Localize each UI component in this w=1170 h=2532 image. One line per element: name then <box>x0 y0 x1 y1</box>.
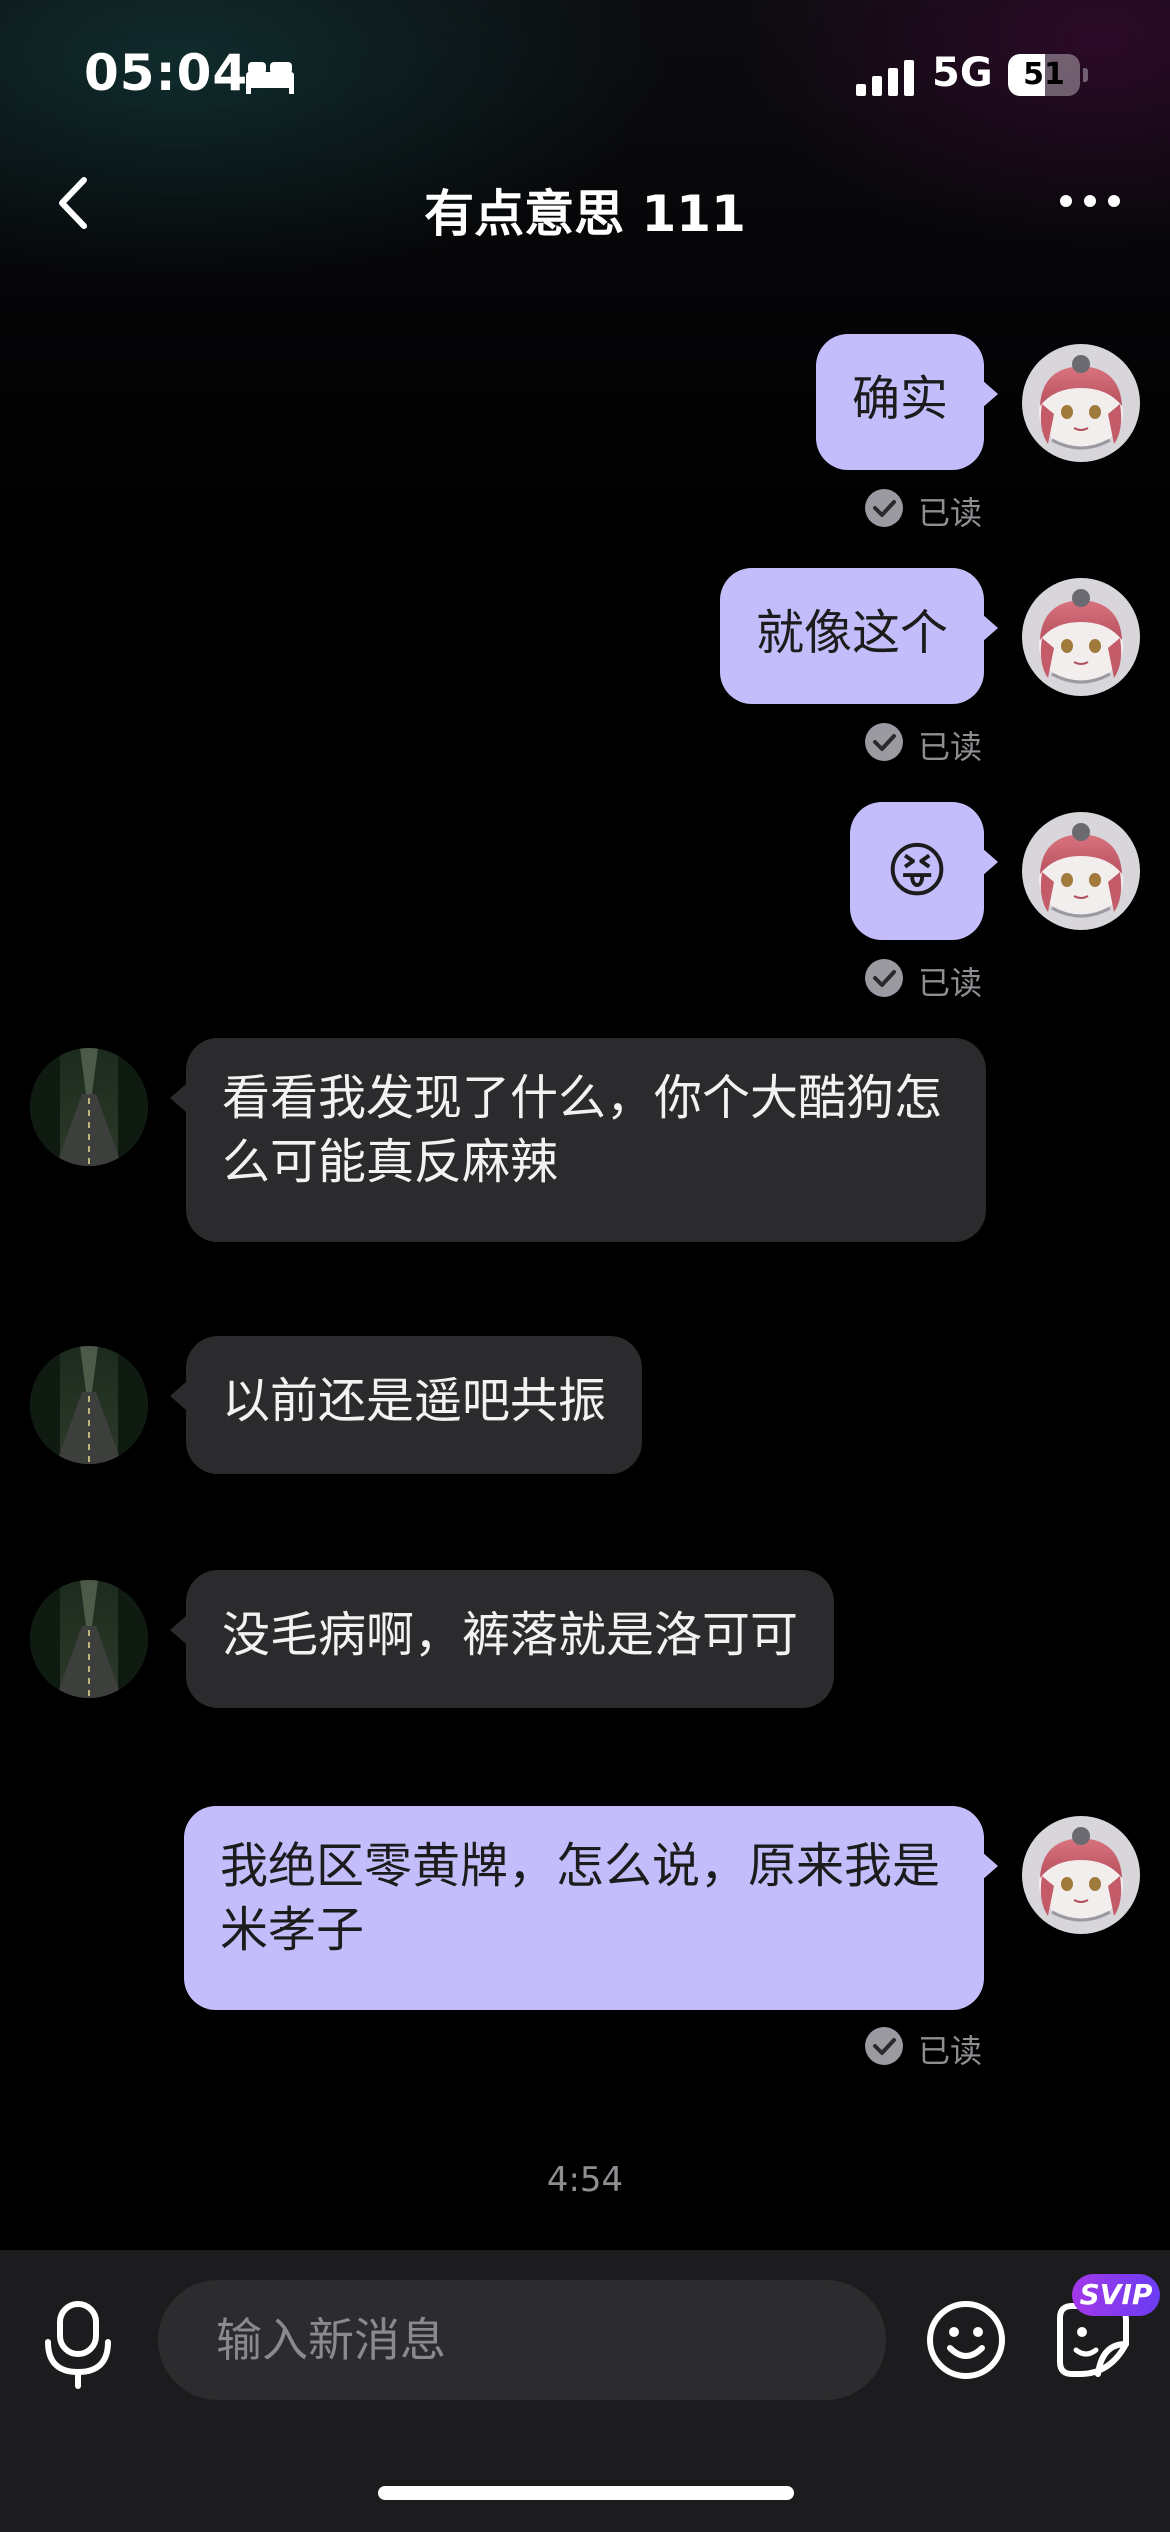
message-bubble[interactable]: 没毛病啊，裤落就是洛可可 <box>186 1570 835 1708</box>
contact-avatar[interactable] <box>30 1346 148 1464</box>
message-bubble[interactable]: 看看我发现了什么，你个大酷狗怎么可能真反麻辣 <box>186 1038 986 1242</box>
read-check-icon <box>864 958 904 998</box>
read-label: 已读 <box>918 494 983 532</box>
message-text: 就像这个 <box>755 605 948 661</box>
read-check-icon <box>864 722 904 762</box>
chat-header: 有点意思 111 <box>0 150 1170 260</box>
battery-percent: 51 <box>1023 57 1065 92</box>
read-check-icon <box>864 2026 904 2066</box>
contact-avatar[interactable] <box>30 1580 148 1698</box>
my-avatar[interactable] <box>1022 812 1140 930</box>
laughing-emoji-icon: 😝 <box>885 836 949 906</box>
read-label: 已读 <box>918 964 983 1002</box>
network-type: 5G <box>932 50 993 96</box>
sleep-mode-icon <box>246 62 294 94</box>
message-text: 确实 <box>851 371 948 427</box>
message-text: 以前还是遥吧共振 <box>222 1373 607 1429</box>
message-bubble[interactable]: 就像这个 <box>719 568 984 704</box>
contact-avatar[interactable] <box>30 1048 148 1166</box>
read-label: 已读 <box>918 728 983 766</box>
message-bubble[interactable]: 确实 <box>815 334 984 470</box>
battery-icon: 51 <box>1008 54 1088 96</box>
status-bar: 05:04 5G 51 <box>0 0 1170 150</box>
home-indicator[interactable] <box>378 2486 794 2500</box>
cellular-signal-icon <box>856 60 914 96</box>
message-bubble[interactable]: 以前还是遥吧共振 <box>186 1336 643 1474</box>
more-options-button[interactable] <box>1050 176 1130 226</box>
svip-badge: SVIP <box>1072 2274 1160 2316</box>
read-receipt: 已读 <box>864 2024 984 2070</box>
message-bubble[interactable]: 我绝区零黄牌，怎么说，原来我是米孝子 <box>184 1806 984 2010</box>
chat-title: 有点意思 111 <box>424 185 746 243</box>
read-receipt: 已读 <box>864 486 984 532</box>
microphone-button[interactable] <box>38 2300 118 2390</box>
read-receipt: 已读 <box>864 956 984 1002</box>
message-text: 我绝区零黄牌，怎么说，原来我是米孝子 <box>220 1838 941 1958</box>
message-text: 没毛病啊，裤落就是洛可可 <box>222 1607 799 1663</box>
emoji-button[interactable] <box>924 2298 1008 2382</box>
message-text: 看看我发现了什么，你个大酷狗怎么可能真反麻辣 <box>222 1070 943 1190</box>
my-avatar[interactable] <box>1022 578 1140 696</box>
emoji-bubble[interactable]: 😝 <box>850 802 984 940</box>
read-label: 已读 <box>918 2032 983 2070</box>
status-time: 05:04 <box>84 44 249 102</box>
read-receipt: 已读 <box>864 720 984 766</box>
read-check-icon <box>864 488 904 528</box>
my-avatar[interactable] <box>1022 344 1140 462</box>
message-timestamp: 4:54 <box>546 2160 624 2200</box>
message-input[interactable]: 输入新消息 <box>158 2280 886 2400</box>
my-avatar[interactable] <box>1022 1816 1140 1934</box>
